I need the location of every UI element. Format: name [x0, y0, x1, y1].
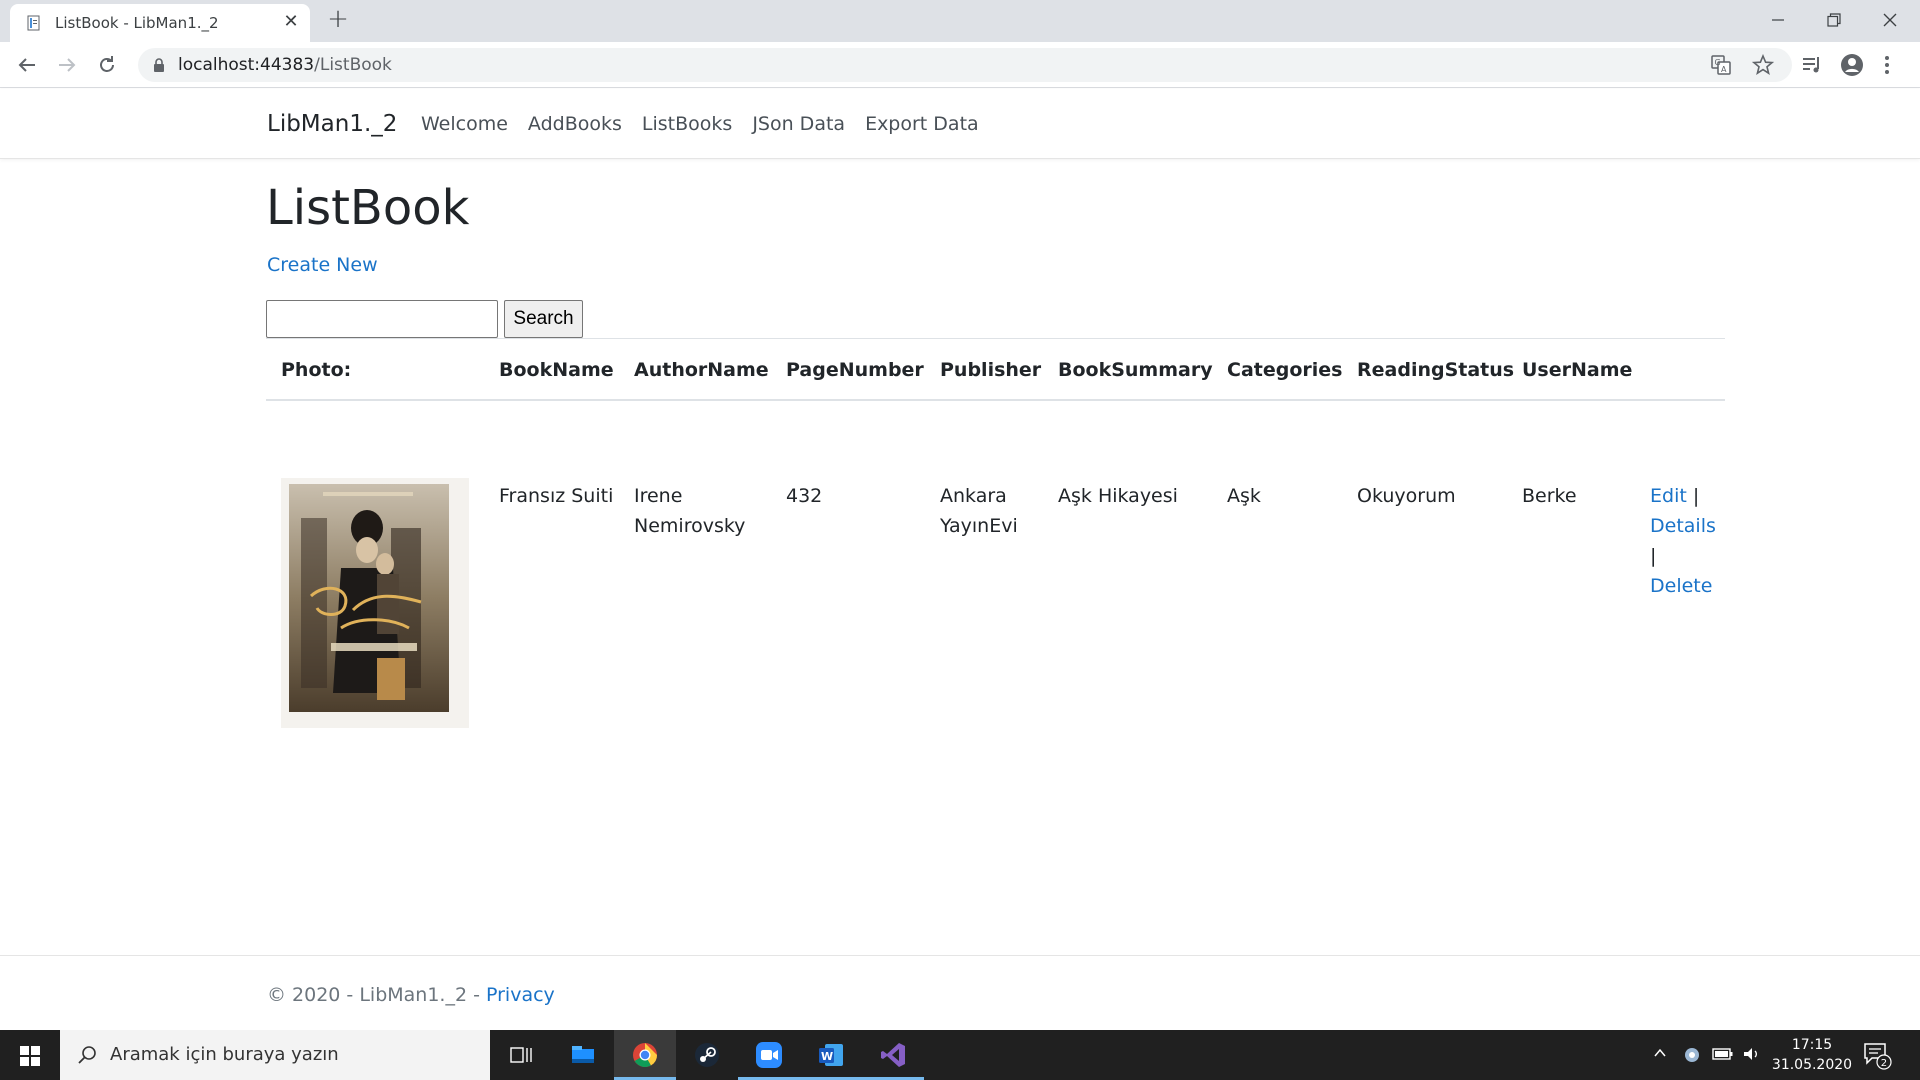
file-explorer-icon[interactable]: [552, 1030, 614, 1080]
minimize-window-button[interactable]: [1750, 0, 1806, 40]
close-tab-icon[interactable]: ✕: [280, 11, 302, 33]
onedrive-sync-icon[interactable]: [1682, 1045, 1702, 1069]
cell-page-number: 432: [786, 485, 823, 507]
action-separator: |: [1650, 545, 1657, 567]
site-brand[interactable]: LibMan1._2: [267, 111, 397, 137]
browser-tab[interactable]: ListBook - LibMan1._2 ✕: [10, 4, 310, 42]
site-footer: © 2020 - LibMan1._2 - Privacy: [0, 955, 1920, 1030]
windows-start-icon[interactable]: [0, 1030, 60, 1080]
windows-taskbar: Aramak için buraya yazın W 17:15 31.05.2…: [0, 1030, 1920, 1080]
svg-text:W: W: [821, 1050, 833, 1063]
forward-arrow-icon[interactable]: [54, 52, 80, 78]
column-header-authorname: AuthorName: [634, 359, 769, 381]
taskbar-search-box[interactable]: Aramak için buraya yazın: [60, 1030, 490, 1080]
reload-icon[interactable]: [94, 52, 120, 78]
site-navbar: LibMan1._2 Welcome AddBooks ListBooks JS…: [0, 89, 1920, 159]
table-header-row: Photo: BookName AuthorName PageNumber Pu…: [266, 339, 1725, 401]
nav-item-json-data[interactable]: JSon Data: [752, 113, 845, 135]
clock-time: 17:15: [1791, 1037, 1833, 1053]
column-header-username: UserName: [1522, 359, 1633, 381]
cell-publisher-line2: YayınEvi: [940, 515, 1018, 537]
back-arrow-icon[interactable]: [14, 52, 40, 78]
cell-publisher-line1: Ankara: [940, 485, 1007, 507]
footer-text: © 2020 - LibMan1._2 - Privacy: [267, 984, 555, 1006]
cell-publisher: Ankara YayınEvi: [940, 481, 1018, 541]
zoom-icon[interactable]: [738, 1030, 800, 1080]
nav-item-export-data[interactable]: Export Data: [865, 113, 979, 135]
nav-item-addbooks[interactable]: AddBooks: [528, 113, 622, 135]
url-text: localhost:44383/ListBook: [178, 55, 392, 75]
action-center-icon[interactable]: 2: [1862, 1040, 1892, 1074]
svg-text:G: G: [1715, 58, 1721, 67]
details-link[interactable]: Details: [1650, 515, 1716, 537]
cell-book-name: Fransız Suiti: [499, 485, 614, 507]
privacy-link[interactable]: Privacy: [486, 984, 555, 1006]
svg-text:A: A: [1721, 65, 1727, 74]
cell-book-summary: Aşk Hikayesi: [1058, 485, 1178, 507]
nav-links: Welcome AddBooks ListBooks JSon Data Exp…: [421, 113, 979, 135]
profile-avatar-icon[interactable]: [1840, 53, 1864, 77]
browser-menu-icon[interactable]: [1884, 53, 1908, 77]
page-title: ListBook: [266, 180, 470, 236]
bookmark-star-icon[interactable]: [1751, 53, 1776, 78]
lock-icon[interactable]: [152, 57, 166, 77]
taskbar-clock[interactable]: 17:15 31.05.2020: [1764, 1035, 1860, 1075]
search-button[interactable]: Search: [504, 300, 583, 338]
show-hidden-icons-chevron-icon[interactable]: [1652, 1045, 1668, 1065]
cell-author-name-line2: Nemirovsky: [634, 515, 746, 537]
cell-reading-status: Okuyorum: [1357, 485, 1456, 507]
battery-icon[interactable]: [1712, 1045, 1734, 1067]
delete-link[interactable]: Delete: [1650, 575, 1712, 597]
column-header-pagenumber: PageNumber: [786, 359, 924, 381]
word-icon[interactable]: W: [800, 1030, 862, 1080]
column-header-photo: Photo:: [281, 359, 352, 381]
cell-category: Aşk: [1227, 485, 1261, 507]
column-header-readingstatus: ReadingStatus: [1357, 359, 1515, 381]
table-row: Fransız Suiti Irene Nemirovsky 432 Ankara…: [266, 401, 1725, 728]
cell-actions: Edit | Details | Delete: [1650, 481, 1716, 601]
translate-icon[interactable]: GA: [1710, 54, 1734, 78]
chrome-icon[interactable]: [614, 1030, 676, 1080]
book-cover-image: [281, 478, 469, 728]
search-input[interactable]: [266, 300, 498, 338]
cell-author-name: Irene Nemirovsky: [634, 481, 745, 541]
browser-tabstrip: ListBook - LibMan1._2 ✕ +: [0, 0, 1920, 42]
create-new-link[interactable]: Create New: [267, 254, 378, 276]
column-header-bookname: BookName: [499, 359, 614, 381]
action-separator: |: [1692, 485, 1700, 507]
media-controls-icon[interactable]: [1800, 53, 1824, 77]
browser-toolbar: localhost:44383/ListBook GA: [0, 42, 1920, 88]
footer-copyright: © 2020 - LibMan1._2 -: [267, 984, 486, 1006]
notification-count: 2: [1881, 1058, 1887, 1069]
url-path: /ListBook: [314, 55, 392, 75]
search-icon: [76, 1044, 98, 1070]
steam-icon[interactable]: [676, 1030, 738, 1080]
column-header-categories: Categories: [1227, 359, 1343, 381]
visual-studio-icon[interactable]: [862, 1030, 924, 1080]
new-tab-icon[interactable]: +: [325, 6, 351, 33]
clock-date: 31.05.2020: [1771, 1057, 1853, 1073]
taskbar-search-placeholder: Aramak için buraya yazın: [110, 1044, 339, 1065]
volume-icon[interactable]: [1742, 1045, 1762, 1067]
page-favicon-icon: [26, 15, 42, 31]
edit-link[interactable]: Edit: [1650, 485, 1687, 507]
cell-user-name: Berke: [1522, 485, 1577, 507]
restore-window-button[interactable]: [1806, 0, 1862, 40]
nav-item-listbooks[interactable]: ListBooks: [642, 113, 732, 135]
tab-title: ListBook - LibMan1._2: [55, 14, 219, 32]
nav-item-welcome[interactable]: Welcome: [421, 113, 508, 135]
address-bar[interactable]: localhost:44383/ListBook GA: [138, 48, 1792, 82]
close-window-button[interactable]: [1862, 0, 1918, 40]
column-header-publisher: Publisher: [940, 359, 1042, 381]
task-view-icon[interactable]: [490, 1030, 552, 1080]
column-header-booksummary: BookSummary: [1058, 359, 1213, 381]
books-table: Photo: BookName AuthorName PageNumber Pu…: [266, 338, 1725, 728]
url-host: localhost:44383: [178, 55, 315, 75]
cell-author-name-line1: Irene: [634, 485, 683, 507]
